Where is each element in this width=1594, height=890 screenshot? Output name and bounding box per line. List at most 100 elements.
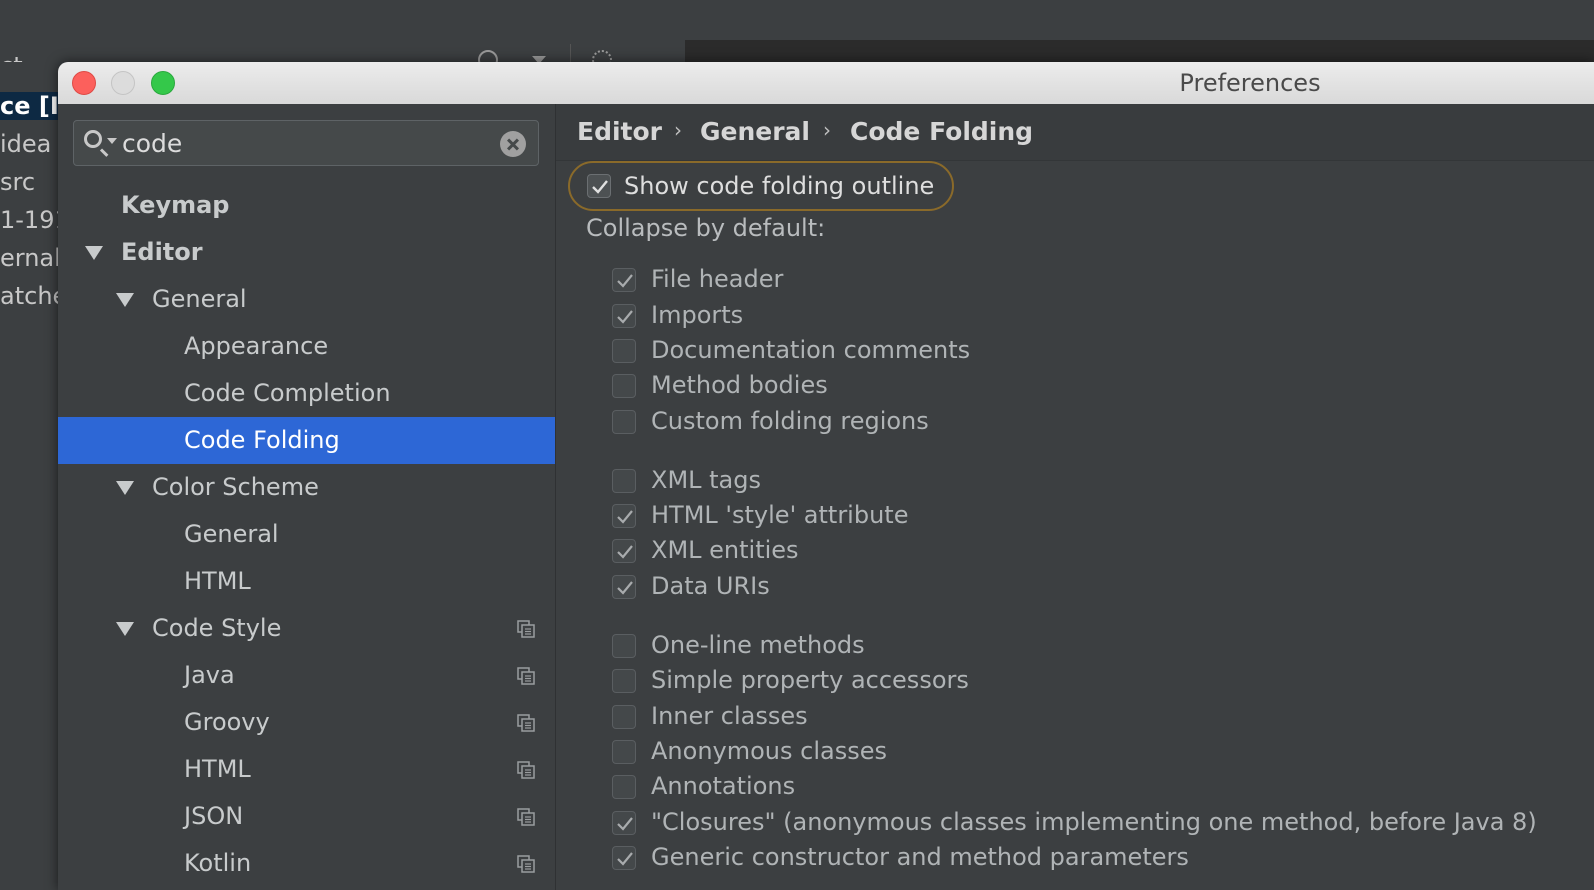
sidebar-item-editor[interactable]: Editor (58, 229, 555, 276)
show-code-folding-outline-checkbox[interactable]: Show code folding outline (568, 161, 954, 211)
option-simple-property-accessors-checkbox[interactable]: Simple property accessors (556, 666, 1586, 703)
checkbox-label: HTML 'style' attribute (651, 501, 909, 529)
breadcrumb-item: Code Folding (850, 117, 1034, 146)
checkbox-label: Documentation comments (651, 336, 971, 364)
clear-search-button[interactable] (500, 131, 526, 157)
checkbox-label: Show code folding outline (624, 172, 935, 200)
sidebar-item-label: Groovy (184, 708, 270, 736)
search-input[interactable] (122, 127, 482, 159)
checkbox-box[interactable] (612, 811, 636, 835)
expanded-arrow-icon[interactable] (116, 481, 134, 495)
checkbox-box[interactable] (612, 469, 636, 493)
checkbox-box[interactable] (612, 575, 636, 599)
sidebar-item-code-style-html[interactable]: HTML (58, 746, 555, 793)
checkbox-label: "Closures" (anonymous classes implementi… (651, 808, 1537, 836)
checkbox-box[interactable] (612, 410, 636, 434)
project-scope-icon (517, 667, 535, 685)
project-tree-item[interactable]: atche (0, 282, 58, 310)
breadcrumb-separator: › (674, 118, 682, 142)
project-scope-icon (517, 808, 535, 826)
option-one-line-methods-checkbox[interactable]: One-line methods (556, 631, 1586, 668)
sidebar-item-label: HTML (184, 567, 251, 595)
checkmark-icon (617, 274, 633, 288)
project-scope-icon (517, 714, 535, 732)
ide-editor-strip (685, 40, 1594, 62)
checkbox-label: Anonymous classes (651, 737, 887, 765)
checkbox-box[interactable] (612, 374, 636, 398)
project-tree-item[interactable]: 1-191 (0, 206, 58, 234)
checkbox-box[interactable] (612, 775, 636, 799)
project-tree-item[interactable]: idea (0, 130, 51, 158)
breadcrumb-separator: › (823, 118, 831, 142)
option-generic-constructor-parameters-checkbox[interactable]: Generic constructor and method parameter… (556, 843, 1586, 880)
checkbox-box[interactable] (612, 705, 636, 729)
sidebar-item-label: Color Scheme (152, 473, 319, 501)
sidebar-item-java[interactable]: Java (58, 652, 555, 699)
project-tree-item[interactable]: ernal (0, 244, 58, 272)
checkbox-label: Simple property accessors (651, 666, 969, 694)
sidebar-item-general[interactable]: General (58, 276, 555, 323)
expanded-arrow-icon[interactable] (85, 246, 103, 260)
checkbox-box[interactable] (612, 539, 636, 563)
sidebar-item-code-completion[interactable]: Code Completion (58, 370, 555, 417)
sidebar-item-code-style[interactable]: Code Style (58, 605, 555, 652)
expanded-arrow-icon[interactable] (116, 622, 134, 636)
option-custom-folding-regions-checkbox[interactable]: Custom folding regions (556, 407, 1586, 444)
checkbox-box[interactable] (587, 174, 611, 198)
project-scope-icon (517, 620, 535, 638)
sidebar-item-label: Code Folding (184, 426, 340, 454)
option-xml-tags-checkbox[interactable]: XML tags (556, 466, 1586, 503)
checkbox-box[interactable] (612, 339, 636, 363)
option-documentation-comments-checkbox[interactable]: Documentation comments (556, 336, 1586, 373)
expanded-arrow-icon[interactable] (116, 293, 134, 307)
option-closures-checkbox[interactable]: "Closures" (anonymous classes implementi… (556, 808, 1586, 845)
search-icon[interactable] (84, 130, 102, 148)
checkbox-label: Method bodies (651, 371, 828, 399)
sidebar-item-json[interactable]: JSON (58, 793, 555, 840)
option-method-bodies-checkbox[interactable]: Method bodies (556, 371, 1586, 408)
checkbox-box[interactable] (612, 268, 636, 292)
option-inner-classes-checkbox[interactable]: Inner classes (556, 702, 1586, 739)
option-annotations-checkbox[interactable]: Annotations (556, 772, 1586, 809)
sidebar-item-label: Kotlin (184, 849, 252, 877)
sidebar-item-kotlin[interactable]: Kotlin (58, 840, 555, 887)
option-html-style-attribute-checkbox[interactable]: HTML 'style' attribute (556, 501, 1586, 538)
checkbox-label: Generic constructor and method parameter… (651, 843, 1189, 871)
checkbox-box[interactable] (612, 634, 636, 658)
checkbox-label: One-line methods (651, 631, 865, 659)
option-file-header-checkbox[interactable]: File header (556, 265, 1586, 302)
sidebar-item-color-scheme-general[interactable]: General (58, 511, 555, 558)
option-imports-checkbox[interactable]: Imports (556, 301, 1586, 338)
checkbox-box[interactable] (612, 304, 636, 328)
collapse-by-default-label: Collapse by default: (586, 214, 826, 242)
checkbox-box[interactable] (612, 740, 636, 764)
sidebar-item-keymap[interactable]: Keymap (58, 182, 555, 229)
search-options-caret-icon[interactable] (107, 138, 117, 144)
sidebar-item-label: General (184, 520, 279, 548)
project-tree-item[interactable]: src (0, 168, 35, 196)
sidebar-item-code-folding[interactable]: Code Folding (58, 417, 555, 464)
ide-project-panel: ce [I idea src 1-191 ernal atche (0, 62, 58, 890)
checkbox-label: Inner classes (651, 702, 808, 730)
option-xml-entities-checkbox[interactable]: XML entities (556, 536, 1586, 573)
sidebar-item-label: Keymap (121, 191, 230, 219)
checkmark-icon (617, 510, 633, 524)
toolbar-divider (570, 44, 571, 62)
option-anonymous-classes-checkbox[interactable]: Anonymous classes (556, 737, 1586, 774)
sidebar-item-groovy[interactable]: Groovy (58, 699, 555, 746)
sidebar-item-color-scheme[interactable]: Color Scheme (58, 464, 555, 511)
option-data-uris-checkbox[interactable]: Data URIs (556, 572, 1586, 609)
checkbox-box[interactable] (612, 504, 636, 528)
checkbox-label: Imports (651, 301, 744, 329)
dialog-titlebar: Preferences (58, 62, 1594, 105)
checkbox-box[interactable] (612, 669, 636, 693)
sidebar-item-color-scheme-html[interactable]: HTML (58, 558, 555, 605)
settings-search[interactable] (73, 120, 539, 166)
breadcrumb: Editor › General › Code Folding (556, 104, 1594, 161)
checkbox-label: XML entities (651, 536, 799, 564)
sidebar-item-appearance[interactable]: Appearance (58, 323, 555, 370)
checkbox-box[interactable] (612, 846, 636, 870)
sidebar-item-label: Code Completion (184, 379, 391, 407)
project-scope-icon (517, 855, 535, 873)
project-tree-item[interactable]: ce [I (0, 92, 58, 120)
